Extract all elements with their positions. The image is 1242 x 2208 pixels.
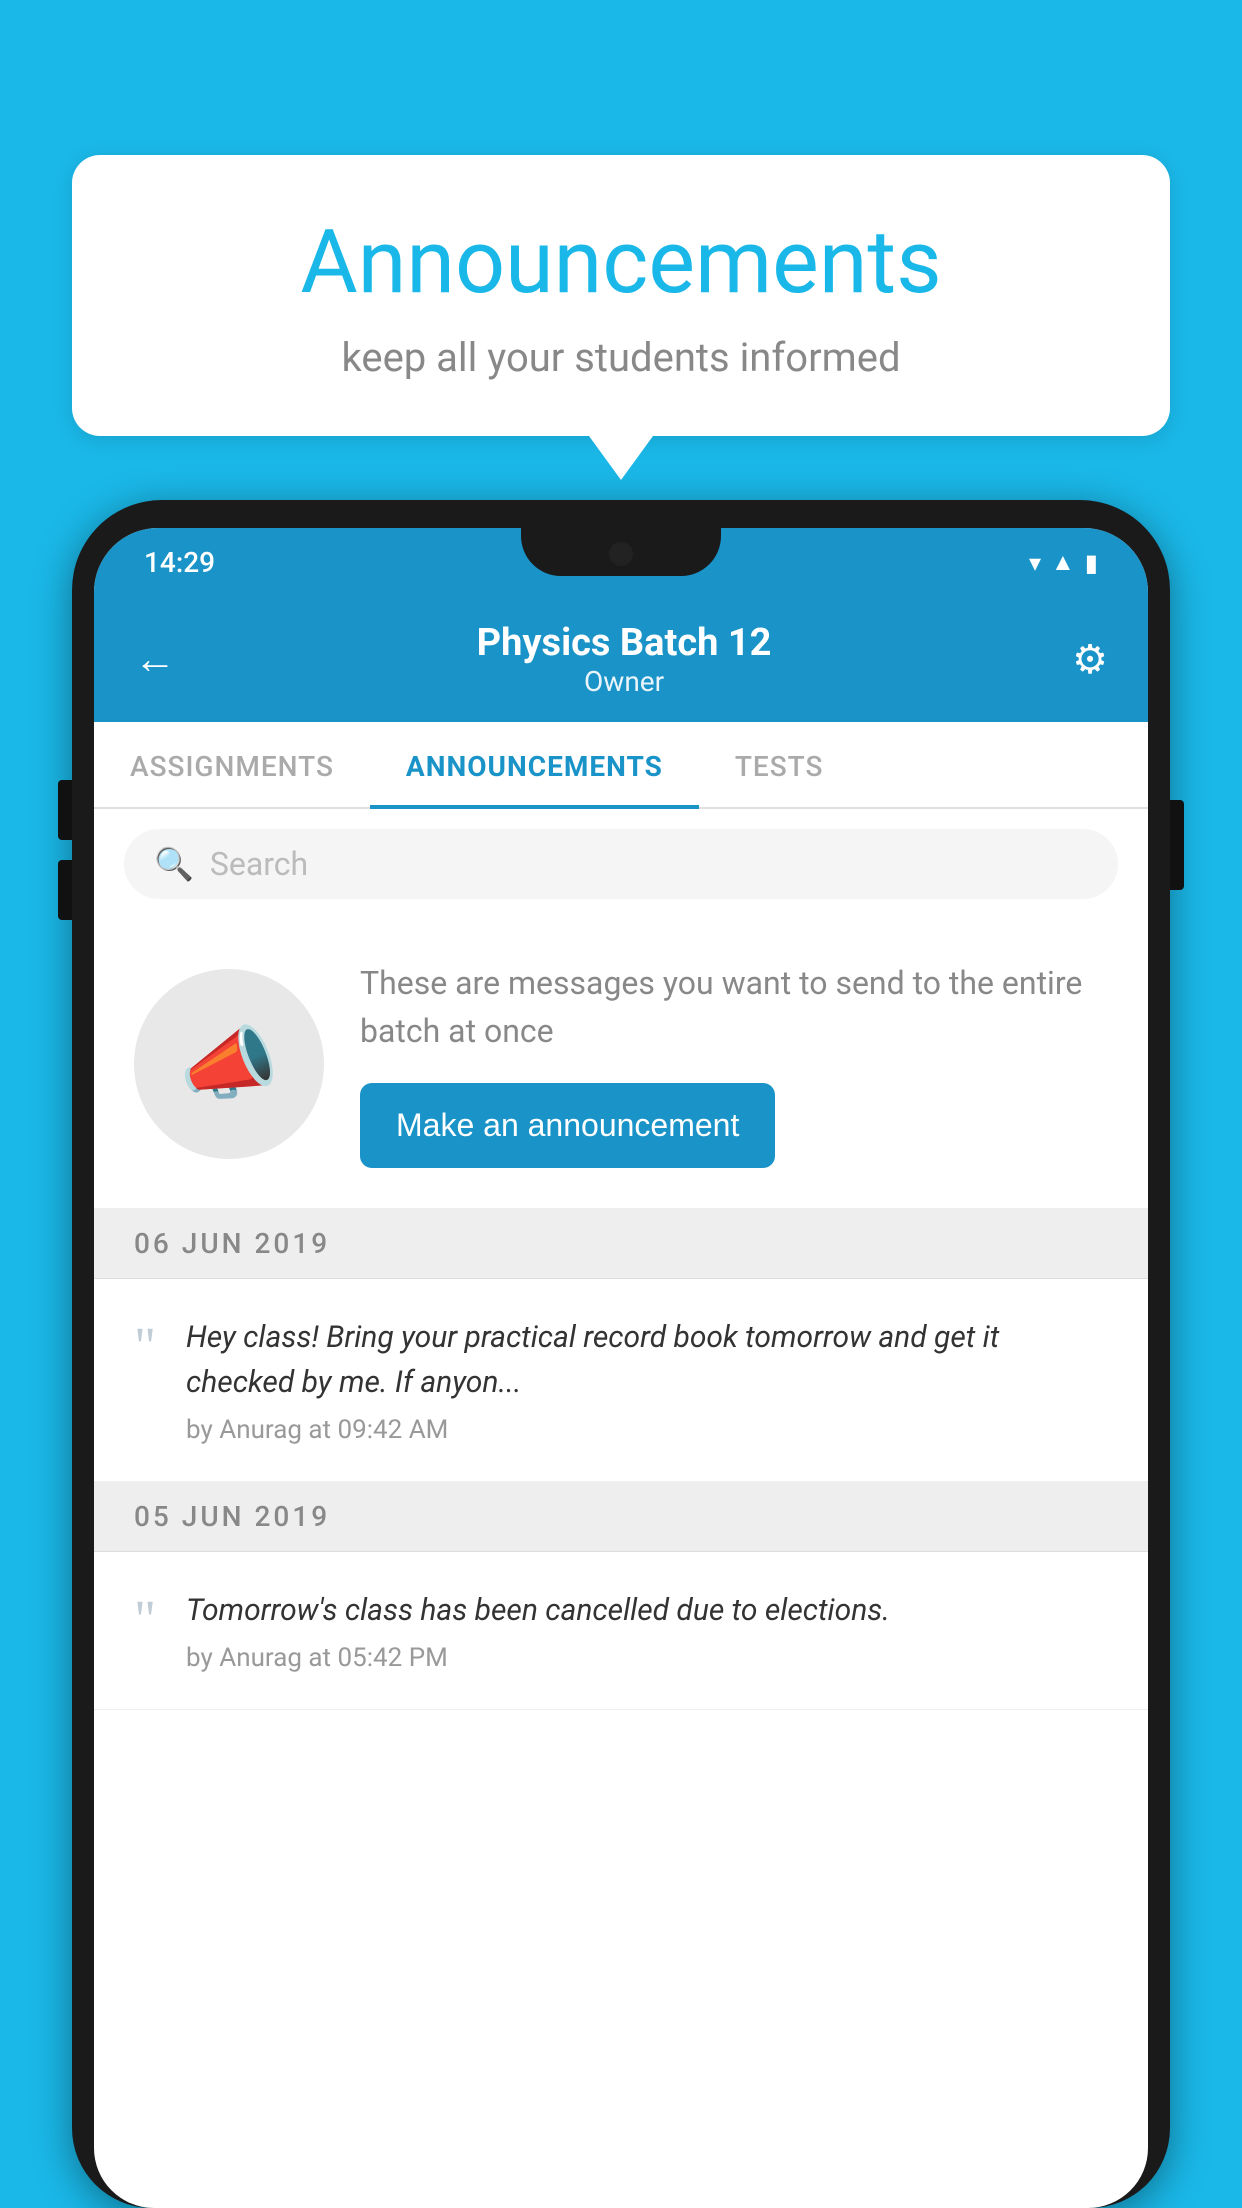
speech-bubble-section: Announcements keep all your students inf… [72, 155, 1170, 480]
speech-bubble: Announcements keep all your students inf… [72, 155, 1170, 436]
announcement-text-2: Tomorrow's class has been cancelled due … [186, 1588, 1108, 1633]
status-time: 14:29 [144, 546, 215, 579]
tab-assignments[interactable]: ASSIGNMENTS [94, 722, 370, 807]
phone-screen: 14:29 ▾ ▲ ▮ ← Physics Batch 12 Owner ⚙ [94, 528, 1148, 2208]
search-bar[interactable]: 🔍 Search [124, 829, 1118, 899]
make-announcement-button[interactable]: Make an announcement [360, 1083, 775, 1168]
bubble-subtitle: keep all your students informed [152, 334, 1090, 381]
app-header: ← Physics Batch 12 Owner ⚙ [94, 593, 1148, 722]
status-bar: 14:29 ▾ ▲ ▮ [94, 528, 1148, 593]
phone-wrapper: 14:29 ▾ ▲ ▮ ← Physics Batch 12 Owner ⚙ [72, 500, 1170, 2208]
date-header-2: 05 JUN 2019 [94, 1482, 1148, 1552]
header-title: Physics Batch 12 [477, 621, 772, 665]
announcement-meta-1: by Anurag at 09:42 AM [186, 1415, 1108, 1445]
quote-icon-2: " [134, 1592, 156, 1646]
promo-description: These are messages you want to send to t… [360, 959, 1108, 1055]
status-icons: ▾ ▲ ▮ [1029, 548, 1098, 577]
promo-block: 📣 These are messages you want to send to… [94, 919, 1148, 1209]
announcement-item-1: " Hey class! Bring your practical record… [94, 1279, 1148, 1482]
search-placeholder: Search [210, 845, 308, 883]
back-button[interactable]: ← [134, 635, 176, 684]
promo-right: These are messages you want to send to t… [360, 959, 1108, 1168]
announcement-item-2: " Tomorrow's class has been cancelled du… [94, 1552, 1148, 1710]
phone-outer: 14:29 ▾ ▲ ▮ ← Physics Batch 12 Owner ⚙ [72, 500, 1170, 2208]
wifi-icon: ▾ [1029, 549, 1041, 577]
speech-bubble-tail [589, 436, 653, 480]
announcement-content-2: Tomorrow's class has been cancelled due … [186, 1588, 1108, 1673]
signal-icon: ▲ [1051, 548, 1075, 577]
camera-notch [609, 542, 633, 566]
header-center: Physics Batch 12 Owner [477, 621, 772, 698]
header-subtitle: Owner [477, 665, 772, 698]
megaphone-icon: 📣 [179, 1017, 279, 1111]
quote-icon-1: " [134, 1319, 156, 1373]
tab-tests[interactable]: TESTS [699, 722, 860, 807]
bubble-title: Announcements [152, 215, 1090, 312]
search-icon: 🔍 [154, 845, 194, 883]
announcement-text-1: Hey class! Bring your practical record b… [186, 1315, 1108, 1405]
announcement-content-1: Hey class! Bring your practical record b… [186, 1315, 1108, 1445]
promo-icon-circle: 📣 [134, 969, 324, 1159]
battery-icon: ▮ [1085, 549, 1098, 577]
announcement-meta-2: by Anurag at 05:42 PM [186, 1643, 1108, 1673]
tabs-bar: ASSIGNMENTS ANNOUNCEMENTS TESTS [94, 722, 1148, 809]
date-header-1: 06 JUN 2019 [94, 1209, 1148, 1279]
gear-icon[interactable]: ⚙ [1072, 636, 1108, 683]
search-container: 🔍 Search [94, 809, 1148, 919]
tab-announcements[interactable]: ANNOUNCEMENTS [370, 722, 699, 807]
